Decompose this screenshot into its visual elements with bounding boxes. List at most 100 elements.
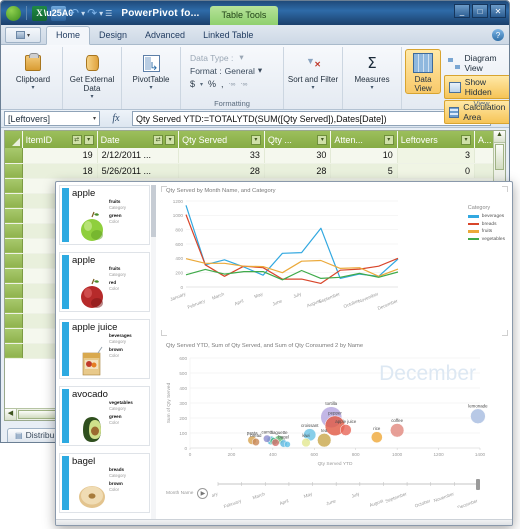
card-item[interactable]: apple juice beverages Category brown Col… xyxy=(59,319,150,379)
legend-item[interactable]: beverages xyxy=(467,214,505,219)
scroll-left-icon[interactable]: ◀ xyxy=(5,409,17,420)
svg-text:1400: 1400 xyxy=(475,452,486,457)
filter-dropdown-icon[interactable]: ▾ xyxy=(460,134,471,145)
card-item[interactable]: bagel breads Category brown Color xyxy=(59,453,150,513)
increase-decimal-button[interactable]: ·₀₀ xyxy=(229,81,236,87)
cell-qty-served[interactable]: 33 xyxy=(178,148,265,164)
relationship-icon[interactable]: ⇄ xyxy=(71,134,82,145)
file-menu-button[interactable]: ▾ xyxy=(5,27,41,43)
card-item[interactable]: apple fruits Category red Color xyxy=(59,252,150,312)
chevron-down-icon[interactable]: ▾ xyxy=(258,65,262,76)
chevron-down-icon[interactable]: ▾ xyxy=(200,81,203,88)
fx-icon[interactable]: fx xyxy=(103,113,129,124)
cell-itemid[interactable]: 18 xyxy=(22,163,98,179)
chevron-down-icon[interactable]: ▾ xyxy=(31,84,34,91)
resize-handle-icon[interactable] xyxy=(161,186,167,192)
column-header-attendance[interactable]: Atten... ▾ xyxy=(330,131,398,148)
column-header-leftovers[interactable]: Leftovers ▾ xyxy=(397,131,475,148)
card-item[interactable]: apple fruits Category green Color xyxy=(59,185,150,245)
contextual-tab-table-tools[interactable]: Table Tools xyxy=(209,6,279,25)
undo-dropdown-icon[interactable]: ▾ xyxy=(81,9,85,18)
chevron-down-icon[interactable]: ▾ xyxy=(370,84,373,91)
chevron-down-icon[interactable]: ▾ xyxy=(93,115,96,122)
filter-dropdown-icon[interactable]: ▾ xyxy=(83,134,94,145)
clipboard-button[interactable]: Clipboard ▾ xyxy=(7,49,59,91)
resize-handle-icon[interactable] xyxy=(161,330,167,336)
data-type-row[interactable]: Data Type : ▾ xyxy=(190,52,274,63)
play-axis-slider[interactable]: January February March April May June July Augu… xyxy=(212,478,488,508)
table-row[interactable]: 18 5/26/2011 ... 28 28 5 0 xyxy=(5,163,505,179)
legend-item[interactable]: fruits xyxy=(467,229,505,234)
column-header-qty-served[interactable]: Qty Served ▾ xyxy=(178,131,265,148)
row-selector[interactable] xyxy=(5,163,23,179)
legend-item[interactable]: vegetables xyxy=(467,237,505,242)
cell-qty-consumed[interactable]: 28 xyxy=(264,163,332,179)
currency-button[interactable]: $ xyxy=(190,79,195,89)
name-box[interactable]: [Leftovers] ▾ xyxy=(4,111,100,126)
scroll-up-icon[interactable]: ▲ xyxy=(494,131,505,143)
save-icon[interactable]: \u25A0 xyxy=(44,5,73,21)
power-view-report-window: apple fruits Category green Color apple … xyxy=(55,181,513,526)
redo-icon[interactable]: ↷ xyxy=(86,6,98,20)
select-all-corner[interactable] xyxy=(5,131,23,148)
tab-advanced[interactable]: Advanced xyxy=(136,27,194,44)
chevron-down-icon[interactable]: ▾ xyxy=(149,84,152,91)
formula-input[interactable]: Qty Served YTD:=TOTALYTD(SUM([Qty Served… xyxy=(132,111,491,126)
resize-handle-icon[interactable] xyxy=(502,186,508,192)
column-header-date[interactable]: Date ⇄ ▾ xyxy=(97,131,180,148)
minimize-button[interactable]: _ xyxy=(454,4,470,18)
vertical-scroll-thumb[interactable] xyxy=(495,144,504,170)
play-axis[interactable]: Month Name ▶ January February March April Ma… xyxy=(160,478,509,508)
line-chart-container[interactable]: Qty Served by Month Name, and Category 0… xyxy=(160,185,509,337)
format-row[interactable]: Format : General ▾ xyxy=(190,65,274,76)
chevron-down-icon[interactable]: ▾ xyxy=(311,84,314,91)
close-button[interactable]: ✕ xyxy=(490,4,506,18)
cell-qty-served[interactable]: 28 xyxy=(178,163,265,179)
maximize-button[interactable]: □ xyxy=(472,4,488,18)
customize-toolbar-icon[interactable]: ☰ xyxy=(105,9,112,18)
cell-attendance[interactable]: 5 xyxy=(330,163,398,179)
get-external-data-button[interactable]: Get External Data ▾ xyxy=(66,49,118,100)
resize-handle-icon[interactable] xyxy=(502,330,508,336)
redo-dropdown-icon[interactable]: ▾ xyxy=(99,9,103,18)
measures-button[interactable]: Σ Measures ▾ xyxy=(346,49,398,91)
table-row[interactable]: 19 2/12/2011 ... 33 30 10 3 xyxy=(5,148,505,164)
cell-itemid[interactable]: 19 xyxy=(22,148,98,164)
tab-home[interactable]: Home xyxy=(46,26,91,45)
row-selector[interactable] xyxy=(5,148,23,164)
data-view-button[interactable]: Data View xyxy=(405,49,442,94)
legend-item[interactable]: breads xyxy=(467,222,505,227)
filter-dropdown-icon[interactable]: ▾ xyxy=(165,134,176,145)
tab-design[interactable]: Design xyxy=(90,27,136,44)
cell-qty-consumed[interactable]: 30 xyxy=(264,148,332,164)
percent-button[interactable]: % xyxy=(208,79,216,89)
filter-dropdown-icon[interactable]: ▾ xyxy=(317,134,328,145)
chevron-down-icon[interactable]: ▾ xyxy=(90,93,93,100)
svg-text:1200: 1200 xyxy=(173,199,184,204)
sort-and-filter-button[interactable]: Sort and Filter ▾ xyxy=(287,49,339,91)
cell-leftovers[interactable]: 3 xyxy=(397,148,475,164)
filter-dropdown-icon[interactable]: ▾ xyxy=(250,134,261,145)
card-list-scrollbar[interactable] xyxy=(151,185,156,522)
cell-date[interactable]: 5/26/2011 ... xyxy=(97,163,180,179)
scatter-chart-container[interactable]: Qty Served YTD, Sum of Qty Served, and S… xyxy=(160,340,509,522)
pivottable-button[interactable]: PivotTable ▾ xyxy=(125,49,177,91)
cell-leftovers[interactable]: 0 xyxy=(397,163,475,179)
chevron-down-icon[interactable]: ▾ xyxy=(239,52,243,63)
column-header-qty-consumed[interactable]: Qty ... ▾ xyxy=(264,131,332,148)
cell-date[interactable]: 2/12/2011 ... xyxy=(97,148,180,164)
filter-dropdown-icon[interactable]: ▾ xyxy=(383,134,394,145)
play-button-icon[interactable]: ▶ xyxy=(197,487,209,499)
decrease-decimal-button[interactable]: ·₀₀ xyxy=(241,81,248,87)
column-header-itemid[interactable]: ItemID ⇄ ▾ xyxy=(22,131,98,148)
card-item[interactable]: avocado vegetables Category green Color xyxy=(59,386,150,446)
help-icon[interactable]: ? xyxy=(492,29,504,41)
undo-icon[interactable]: ↶ xyxy=(68,6,80,20)
show-hidden-button[interactable]: Show Hidden xyxy=(444,75,509,99)
cell-attendance[interactable]: 10 xyxy=(330,148,398,164)
comma-button[interactable]: , xyxy=(221,79,224,89)
card-list-scroll-thumb[interactable] xyxy=(151,185,156,237)
relationship-icon[interactable]: ⇄ xyxy=(153,134,164,145)
tab-linked-table[interactable]: Linked Table xyxy=(194,27,262,44)
diagram-view-button[interactable]: Diagram View xyxy=(444,52,509,74)
